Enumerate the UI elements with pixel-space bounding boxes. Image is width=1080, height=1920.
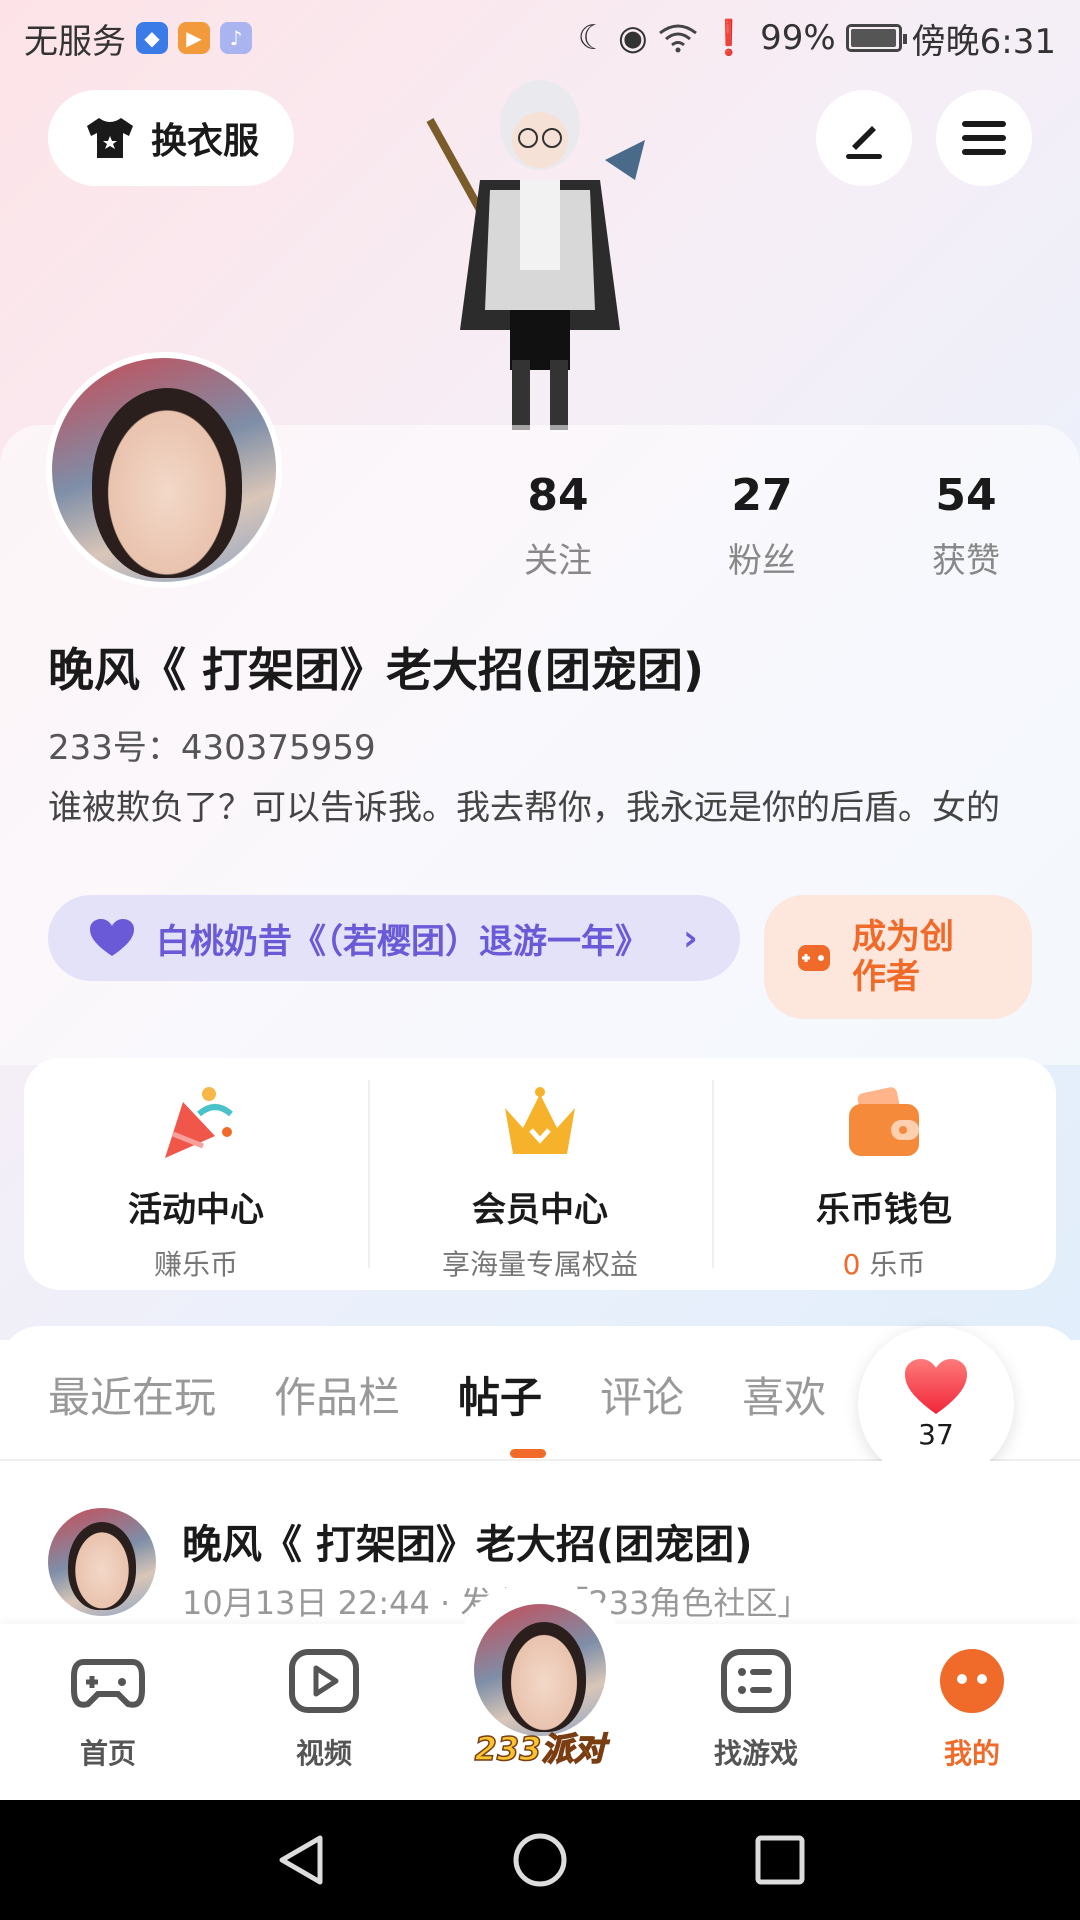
- nav-home-label: 首页: [79, 1737, 136, 1770]
- pencil-icon: [846, 126, 882, 159]
- avatar-face: [68, 1522, 136, 1610]
- wallet-balance: 0: [842, 1248, 861, 1281]
- nav-party-label[interactable]: 233派对: [470, 1724, 610, 1770]
- shield-icon: ◆: [136, 22, 168, 54]
- service-wallet[interactable]: 乐币钱包 0 乐币: [712, 1058, 1056, 1290]
- home-circle-icon[interactable]: [510, 1830, 570, 1890]
- carrier-text: 无服务: [24, 21, 126, 62]
- battery-percent: 99%: [760, 18, 836, 58]
- change-outfit-button[interactable]: 换衣服: [48, 90, 294, 186]
- alert-icon: ❗: [707, 18, 751, 58]
- become-creator-button[interactable]: 成为创作者: [764, 895, 1032, 1019]
- heart-icon: [90, 919, 134, 956]
- battery-icon: [845, 24, 907, 52]
- favorite-pill-label: 白桃奶昔《（若樱团）退游一年》: [156, 921, 649, 962]
- crown-icon: [505, 1087, 575, 1154]
- avatar-face: [92, 388, 242, 578]
- eye-icon: ◉: [618, 18, 648, 58]
- tab-active-indicator: [510, 1449, 546, 1458]
- change-outfit-label: 换衣服: [150, 121, 259, 162]
- stat-following-label: 关注: [524, 541, 592, 581]
- service-activity-title: 活动中心: [128, 1190, 264, 1230]
- video-app-icon: ▶: [178, 22, 210, 54]
- service-vip-title: 会员中心: [472, 1190, 608, 1230]
- stat-fans[interactable]: 27 粉丝: [682, 470, 842, 582]
- stat-likes[interactable]: 54 获赞: [886, 470, 1046, 582]
- party-popper-icon: [165, 1087, 233, 1158]
- service-activity-center[interactable]: 活动中心 赚乐币: [24, 1058, 368, 1290]
- nav-video[interactable]: 视频: [254, 1648, 394, 1772]
- stat-likes-label: 获赞: [932, 541, 1000, 581]
- wallet-unit: 乐币: [860, 1248, 926, 1281]
- status-bar: 无服务 ◆ ▶ ♪ ☾ ◉ ❗ 99% 傍晚6:31: [0, 0, 1080, 76]
- become-creator-label: 成为创作者: [852, 917, 954, 997]
- service-vip-center[interactable]: 会员中心 享海量专属权益: [368, 1058, 712, 1290]
- wifi-icon: [658, 24, 697, 53]
- nav-video-label: 视频: [295, 1737, 352, 1770]
- profile-user-id[interactable]: 233号：430375959: [48, 720, 376, 769]
- stat-fans-count: 27: [731, 470, 793, 521]
- stat-likes-count: 54: [935, 470, 997, 521]
- gamepad-icon: [71, 1659, 145, 1708]
- wallet-icon: [849, 1087, 919, 1156]
- floating-like-button[interactable]: 37: [858, 1326, 1014, 1482]
- service-activity-sub: 赚乐币: [153, 1248, 238, 1281]
- heart-icon: [905, 1358, 967, 1414]
- post-author-avatar[interactable]: [48, 1508, 156, 1616]
- service-wallet-sub: 0 乐币: [712, 1243, 1056, 1283]
- nav-party-avatar[interactable]: [470, 1600, 610, 1740]
- shirt-icon: [86, 118, 133, 158]
- tab-recently-played[interactable]: 最近在玩: [48, 1364, 216, 1425]
- menu-button[interactable]: [936, 90, 1032, 186]
- avatar-character-illustration: [426, 80, 645, 430]
- nav-find-games-label: 找游戏: [713, 1737, 798, 1770]
- chevron-right-icon: ›: [683, 917, 698, 959]
- profile-bio: 谁被欺负了？可以告诉我。我去帮你，我永远是你的后盾。女的: [48, 788, 1000, 828]
- music-app-icon: ♪: [220, 22, 252, 54]
- clock: 傍晚6:31: [911, 21, 1056, 62]
- profile-avatar[interactable]: [46, 352, 282, 588]
- list-icon: [721, 1649, 791, 1713]
- stat-fans-label: 粉丝: [728, 541, 796, 581]
- tab-posts[interactable]: 帖子: [458, 1364, 542, 1425]
- smile-icon: [940, 1649, 1004, 1713]
- post-author-name[interactable]: 晚风《 打架团》老大招(团宠团): [182, 1512, 753, 1570]
- play-icon: [289, 1649, 359, 1713]
- nav-find-games[interactable]: 找游戏: [686, 1648, 826, 1772]
- stat-following[interactable]: 84 关注: [478, 470, 638, 582]
- profile-tabs: 最近在玩 作品栏 帖子 评论 喜欢: [48, 1364, 826, 1425]
- battery-fill: [850, 29, 897, 47]
- nav-me[interactable]: 我的: [902, 1648, 1042, 1772]
- like-count: 37: [918, 1417, 954, 1451]
- edit-profile-button[interactable]: [816, 90, 912, 186]
- back-icon[interactable]: [272, 1830, 332, 1890]
- nav-home[interactable]: 首页: [38, 1648, 178, 1772]
- service-wallet-title: 乐币钱包: [816, 1190, 952, 1230]
- nav-me-label: 我的: [943, 1737, 1000, 1770]
- services-panel: 活动中心 赚乐币 会员中心 享海量专属权益 乐币钱包 0 乐币: [24, 1058, 1056, 1290]
- menu-icon: [962, 121, 1006, 155]
- tab-comments[interactable]: 评论: [600, 1364, 684, 1425]
- tab-works[interactable]: 作品栏: [274, 1364, 400, 1425]
- gamepad-plus-icon: [798, 945, 830, 971]
- stat-following-count: 84: [527, 470, 589, 521]
- service-vip-sub: 享海量专属权益: [441, 1248, 638, 1281]
- recents-square-icon[interactable]: [750, 1830, 810, 1890]
- profile-nickname: 晚风《 打架团》老大招(团宠团): [48, 643, 705, 697]
- avatar-face: [502, 1622, 586, 1732]
- favorite-pill[interactable]: 白桃奶昔《（若樱团）退游一年》 ›: [48, 895, 740, 981]
- tab-likes[interactable]: 喜欢: [742, 1364, 826, 1425]
- moon-icon: ☾: [577, 18, 609, 58]
